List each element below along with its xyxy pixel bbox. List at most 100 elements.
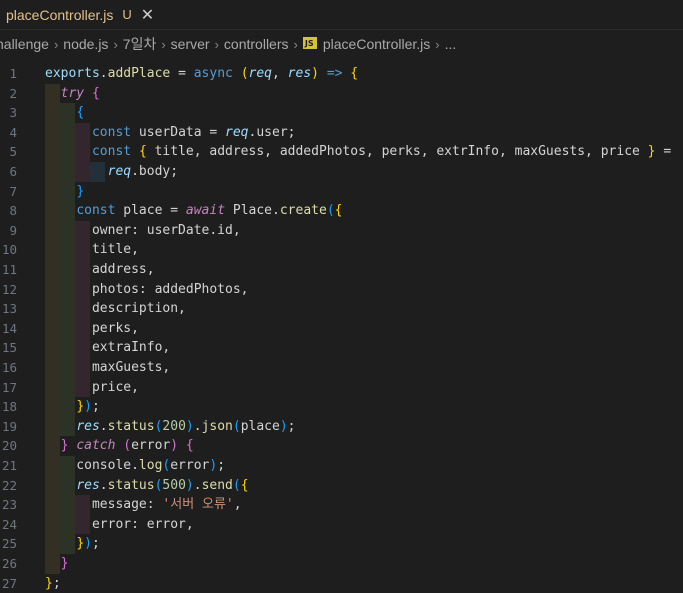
- code-text: }: [45, 554, 69, 574]
- code-line[interactable]: 25 });: [0, 534, 683, 554]
- breadcrumb-item[interactable]: controllers: [224, 36, 289, 52]
- code-line[interactable]: 17 price,: [0, 377, 683, 398]
- line-number: 22: [1, 477, 17, 493]
- code-line[interactable]: 5 const { title, address, addedPhotos, p…: [0, 142, 683, 162]
- code-text: title,: [45, 240, 139, 260]
- code-line[interactable]: 21 console.log(error);: [0, 456, 683, 476]
- code-line[interactable]: 7 }: [0, 181, 683, 202]
- code-token: photos: addedPhotos,: [45, 281, 249, 297]
- code-token: create: [279, 203, 327, 219]
- code-line[interactable]: 1 exports.addPlace = async (req, res) => …: [0, 64, 683, 84]
- code-text: message: '서버 오류',: [45, 495, 242, 515]
- code-text: const userData = req.user;: [45, 123, 296, 143]
- breadcrumb-item-file[interactable]: placeController.js: [323, 36, 430, 52]
- code-token: place =: [115, 203, 186, 219]
- code-text: photos: addedPhotos,: [45, 280, 249, 300]
- code-line[interactable]: 26 }: [0, 554, 683, 574]
- code-line[interactable]: 22 res.status(500).send({: [0, 475, 683, 496]
- code-token: title,: [45, 242, 139, 258]
- code-token: description,: [45, 301, 186, 317]
- tab-filename[interactable]: placeController.js: [6, 7, 113, 23]
- code-line[interactable]: 6 req.body;: [0, 162, 683, 182]
- code-line[interactable]: 16 maxGuests,: [0, 358, 683, 378]
- code-token: {: [185, 438, 194, 454]
- line-number: 9: [9, 222, 17, 238]
- code-token: ;: [287, 418, 296, 434]
- code-line[interactable]: 20 } catch (error) {: [0, 436, 683, 456]
- code-line[interactable]: 14 perks,: [0, 318, 683, 339]
- code-token: res: [76, 418, 100, 434]
- code-line[interactable]: 13 description,: [0, 299, 683, 319]
- breadcrumb-item[interactable]: node.js: [63, 36, 108, 52]
- code-line[interactable]: 23 message: '서버 오류',: [0, 495, 683, 515]
- code-token: ;: [217, 458, 226, 473]
- code-text: maxGuests,: [45, 358, 170, 378]
- close-icon[interactable]: ✕: [141, 6, 154, 23]
- code-editor[interactable]: 1 exports.addPlace = async (req, res) => …: [0, 57, 683, 591]
- code-token: (: [326, 203, 335, 219]
- code-token: .: [99, 477, 108, 493]
- chevron-right-icon: ›: [435, 36, 440, 52]
- code-token: {: [91, 85, 100, 101]
- code-line[interactable]: 4 const userData = req.user;: [0, 122, 683, 143]
- code-token: console.: [45, 458, 139, 473]
- chevron-right-icon: ›: [53, 36, 59, 52]
- code-text: description,: [45, 299, 186, 319]
- code-token: const: [76, 203, 116, 219]
- code-line[interactable]: 18 });: [0, 397, 683, 417]
- code-line[interactable]: 12 photos: addedPhotos,: [0, 279, 683, 300]
- code-text: }: [45, 182, 84, 202]
- line-number: 5: [9, 144, 17, 160]
- code-line[interactable]: 9 owner: userDate.id,: [0, 220, 683, 241]
- line-number: 2: [9, 85, 17, 101]
- code-token: {: [76, 105, 85, 121]
- line-number: 1: [9, 66, 17, 81]
- code-text: address,: [45, 260, 155, 280]
- code-line[interactable]: 8 const place = await Place.create({: [0, 201, 683, 221]
- line-number: 4: [9, 124, 17, 140]
- code-text: const { title, address, addedPhotos, per…: [45, 142, 671, 162]
- editor-tab[interactable]: placeController.js U ✕: [0, 0, 164, 29]
- code-text: try {: [45, 84, 100, 104]
- breadcrumb-item[interactable]: hallenge: [0, 36, 49, 52]
- breadcrumb-symbols[interactable]: ...: [445, 36, 457, 52]
- code-token: {: [350, 66, 359, 81]
- code-line[interactable]: 3 {: [0, 103, 683, 123]
- code-token: ,: [272, 66, 288, 81]
- breadcrumb-item[interactable]: 7일차: [123, 34, 157, 54]
- code-line[interactable]: 2 try {: [0, 83, 683, 104]
- line-number: 7: [9, 183, 17, 199]
- code-line[interactable]: 24 error: error,: [0, 514, 683, 535]
- line-number: 11: [1, 262, 17, 277]
- code-line[interactable]: 11 address,: [0, 260, 683, 280]
- line-number: 19: [1, 418, 17, 434]
- code-token: '서버 오류': [162, 497, 234, 513]
- line-number: 23: [1, 497, 17, 513]
- code-line[interactable]: 10 title,: [0, 240, 683, 260]
- code-token: maxGuests,: [45, 360, 171, 375]
- chevron-right-icon: ›: [293, 36, 298, 52]
- code-token: ): [185, 477, 194, 493]
- breadcrumb-item[interactable]: server: [171, 36, 210, 52]
- code-token: Place.: [225, 203, 280, 219]
- code-line[interactable]: 27};: [0, 574, 683, 593]
- code-token: .: [193, 477, 202, 493]
- code-line[interactable]: 15 extraInfo,: [0, 338, 683, 358]
- code-token: ): [185, 418, 194, 434]
- code-line[interactable]: 19 res.status(200).json(place);: [0, 416, 683, 437]
- line-number: 24: [1, 516, 17, 532]
- code-token: }: [60, 556, 69, 571]
- code-text: res.status(200).json(place);: [45, 417, 296, 437]
- code-token: message:: [45, 497, 163, 513]
- code-token: (: [240, 66, 249, 81]
- code-token: error: error,: [45, 516, 194, 532]
- code-text: const place = await Place.create({: [45, 201, 342, 221]
- code-token: try: [60, 85, 85, 101]
- code-token: ): [279, 418, 288, 434]
- code-token: ;: [52, 575, 61, 591]
